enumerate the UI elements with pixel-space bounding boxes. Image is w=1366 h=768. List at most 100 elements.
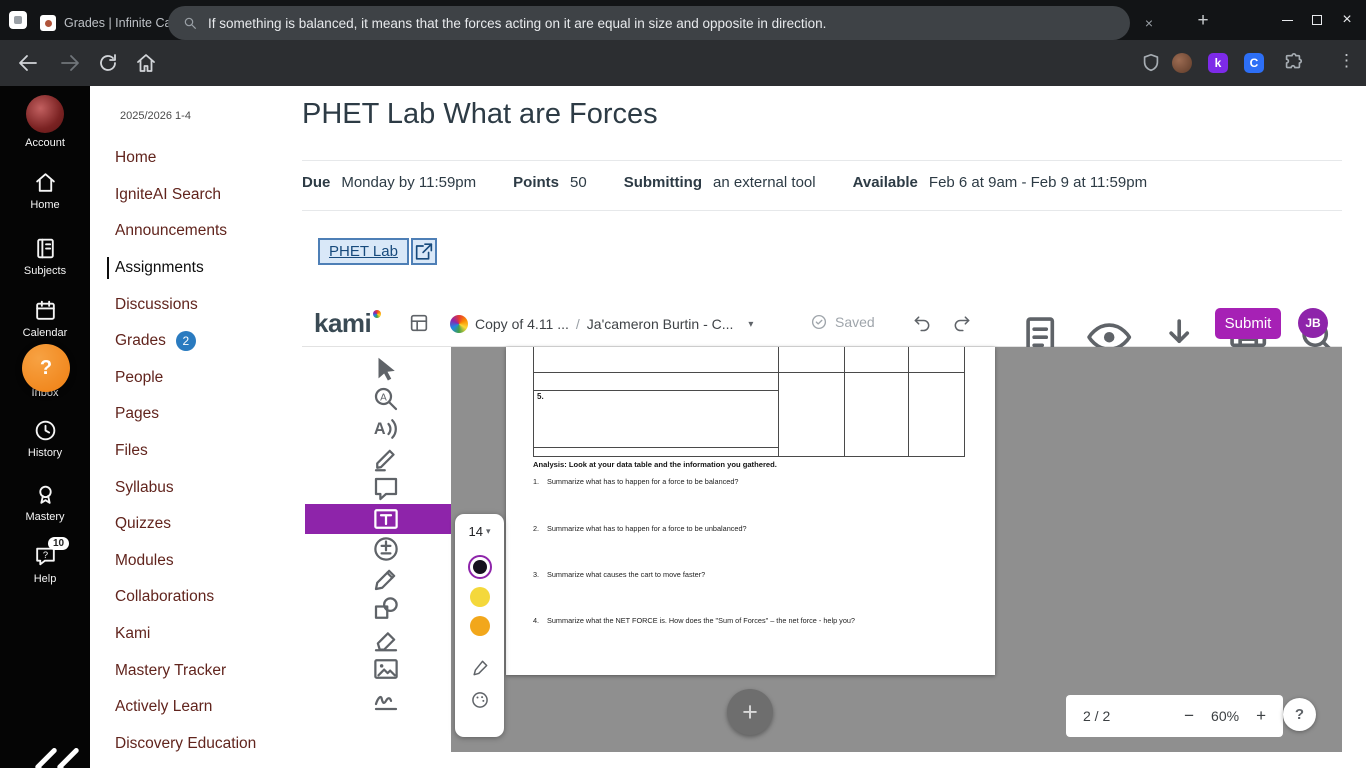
kami-doc-icon [450, 315, 468, 333]
course-nav-files[interactable]: Files [90, 433, 300, 470]
assignment-content: PHET Lab What are Forces DueMonday by 11… [300, 86, 1366, 768]
kami-menu-icon[interactable] [408, 312, 430, 334]
privacy-shield-icon[interactable] [1140, 52, 1162, 74]
chat-widget-button[interactable]: ? [22, 344, 70, 392]
global-nav-home[interactable]: Home [0, 170, 90, 211]
global-nav-calendar[interactable]: Calendar [0, 298, 90, 339]
zoom-controls: − 60% + [1184, 706, 1266, 726]
font-size-selector[interactable]: 14 ▾ [469, 524, 491, 539]
course-nav-assignments[interactable]: Assignments [90, 250, 300, 287]
zoom-out-button[interactable]: − [1184, 706, 1194, 726]
address-bar[interactable]: If something is balanced, it means that … [168, 6, 1130, 40]
course-nav-discovery-education[interactable]: Discovery Education [90, 726, 300, 763]
tool-understand[interactable]: A Understand [305, 384, 451, 414]
phet-lab-link[interactable]: PHET Lab [318, 238, 409, 265]
window-app-icon[interactable] [9, 11, 27, 29]
refresh-icon[interactable] [96, 51, 120, 75]
course-nav-igniteai-search[interactable]: IgniteAI Search [90, 177, 300, 214]
app-glyph [14, 16, 22, 24]
color-swatch-orange[interactable] [470, 616, 490, 636]
custom-pen-icon[interactable] [470, 658, 490, 678]
global-nav-subjects[interactable]: Subjects [0, 236, 90, 277]
document-title-menu[interactable]: Copy of 4.11 ... / Ja'cameron Burtin - C… [450, 310, 753, 338]
tool-eraser[interactable]: Eraser [305, 624, 451, 654]
assignment-details: DueMonday by 11:59pm Points50 Submitting… [302, 174, 1184, 191]
global-nav-history[interactable]: History [0, 418, 90, 459]
global-nav-account[interactable]: Account [0, 95, 90, 149]
home-icon[interactable] [134, 51, 158, 75]
course-nav-mastery-tracker[interactable]: Mastery Tracker [90, 652, 300, 689]
new-tab-button[interactable]: + [1190, 8, 1216, 34]
back-icon[interactable] [16, 51, 40, 75]
question-number: 1. [533, 477, 547, 486]
infinite-campus-favicon [40, 15, 56, 31]
pdf-page[interactable]: 5. Analysis: Look at your data table and… [506, 347, 995, 675]
zoom-in-button[interactable]: + [1256, 706, 1266, 726]
tool-read-aloud[interactable]: A Read Aloud [305, 414, 451, 444]
extension-icon-brown[interactable] [1172, 53, 1192, 73]
course-nav-collaborations[interactable]: Collaborations [90, 579, 300, 616]
course-nav-modules[interactable]: Modules [90, 543, 300, 580]
question-3: 3. Summarize what causes the cart to mov… [533, 570, 963, 579]
course-nav-quizzes[interactable]: Quizzes [90, 506, 300, 543]
tool-select[interactable]: Select [305, 354, 451, 384]
tool-equation[interactable]: Equation [305, 534, 451, 564]
clever-extension-icon[interactable]: C [1244, 53, 1264, 73]
redo-icon[interactable] [952, 313, 972, 333]
minimize-button[interactable] [1272, 0, 1302, 40]
browser-window: Grades | Infinite Campus × Home : Feed –… [0, 0, 1366, 768]
zoom-level[interactable]: 60% [1211, 708, 1239, 724]
course-nav-kami[interactable]: Kami [90, 616, 300, 653]
forward-icon[interactable] [58, 51, 82, 75]
tool-add-media[interactable]: Add Media [305, 654, 451, 684]
nav-link: Discussions [115, 296, 198, 314]
course-nav-announcements[interactable]: Announcements [90, 213, 300, 250]
external-link-icon[interactable] [411, 238, 437, 265]
tab-close-icon[interactable]: × [1141, 15, 1157, 31]
color-swatch-yellow[interactable] [470, 587, 490, 607]
course-nav-actively-learn[interactable]: Actively Learn [90, 689, 300, 726]
user-avatar[interactable]: JB [1298, 308, 1328, 338]
color-palette-icon[interactable] [470, 690, 490, 710]
due-label: Due [302, 174, 330, 191]
course-nav-discussions[interactable]: Discussions [90, 286, 300, 323]
tool-text-box[interactable]: Text Box [305, 504, 451, 534]
course-nav-home[interactable]: Home [90, 140, 300, 177]
grades-count-badge: 2 [176, 331, 196, 351]
nav-link: Modules [115, 552, 174, 570]
extensions-puzzle-icon[interactable] [1282, 52, 1304, 74]
kami-logo-dot [373, 310, 381, 318]
tool-shapes[interactable]: Shapes [305, 594, 451, 624]
global-nav-help[interactable]: 10 ? Help [0, 544, 90, 585]
collapse-sidebar-icon[interactable] [24, 734, 90, 768]
tool-markup[interactable]: Markup [305, 444, 451, 474]
svg-text:?: ? [42, 550, 47, 560]
saved-label: Saved [835, 314, 875, 330]
nav-link: People [115, 369, 163, 387]
course-nav-pages[interactable]: Pages [90, 396, 300, 433]
kami-extension-icon[interactable]: k [1208, 53, 1228, 73]
document-viewer[interactable]: 5. Analysis: Look at your data table and… [451, 347, 1342, 752]
tool-drawing[interactable]: Drawing [305, 564, 451, 594]
tool-comment[interactable]: Comment [305, 474, 451, 504]
add-page-button[interactable]: + [727, 689, 773, 735]
svg-text:A: A [374, 420, 386, 438]
browser-menu-icon[interactable]: ⋮ [1338, 51, 1355, 71]
nav-label: History [28, 447, 62, 459]
course-nav-people[interactable]: People [90, 360, 300, 397]
close-window-button[interactable]: × [1332, 0, 1362, 40]
kami-help-button[interactable]: ? [1283, 698, 1316, 731]
maximize-button[interactable] [1302, 0, 1332, 40]
nav-link: Quizzes [115, 515, 171, 533]
tool-signature[interactable]: Signature [305, 684, 451, 714]
submit-button[interactable]: Submit [1215, 308, 1281, 339]
question-2: 2. Summarize what has to happen for a fo… [533, 524, 963, 533]
undo-icon[interactable] [912, 313, 932, 333]
course-nav-syllabus[interactable]: Syllabus [90, 469, 300, 506]
saved-check-icon [810, 313, 828, 331]
course-nav-grades[interactable]: Grades2 [90, 323, 300, 360]
points-value: 50 [570, 174, 587, 191]
color-swatch-black-selected[interactable] [468, 555, 492, 579]
global-nav-mastery[interactable]: Mastery [0, 482, 90, 523]
medal-icon [33, 482, 58, 507]
